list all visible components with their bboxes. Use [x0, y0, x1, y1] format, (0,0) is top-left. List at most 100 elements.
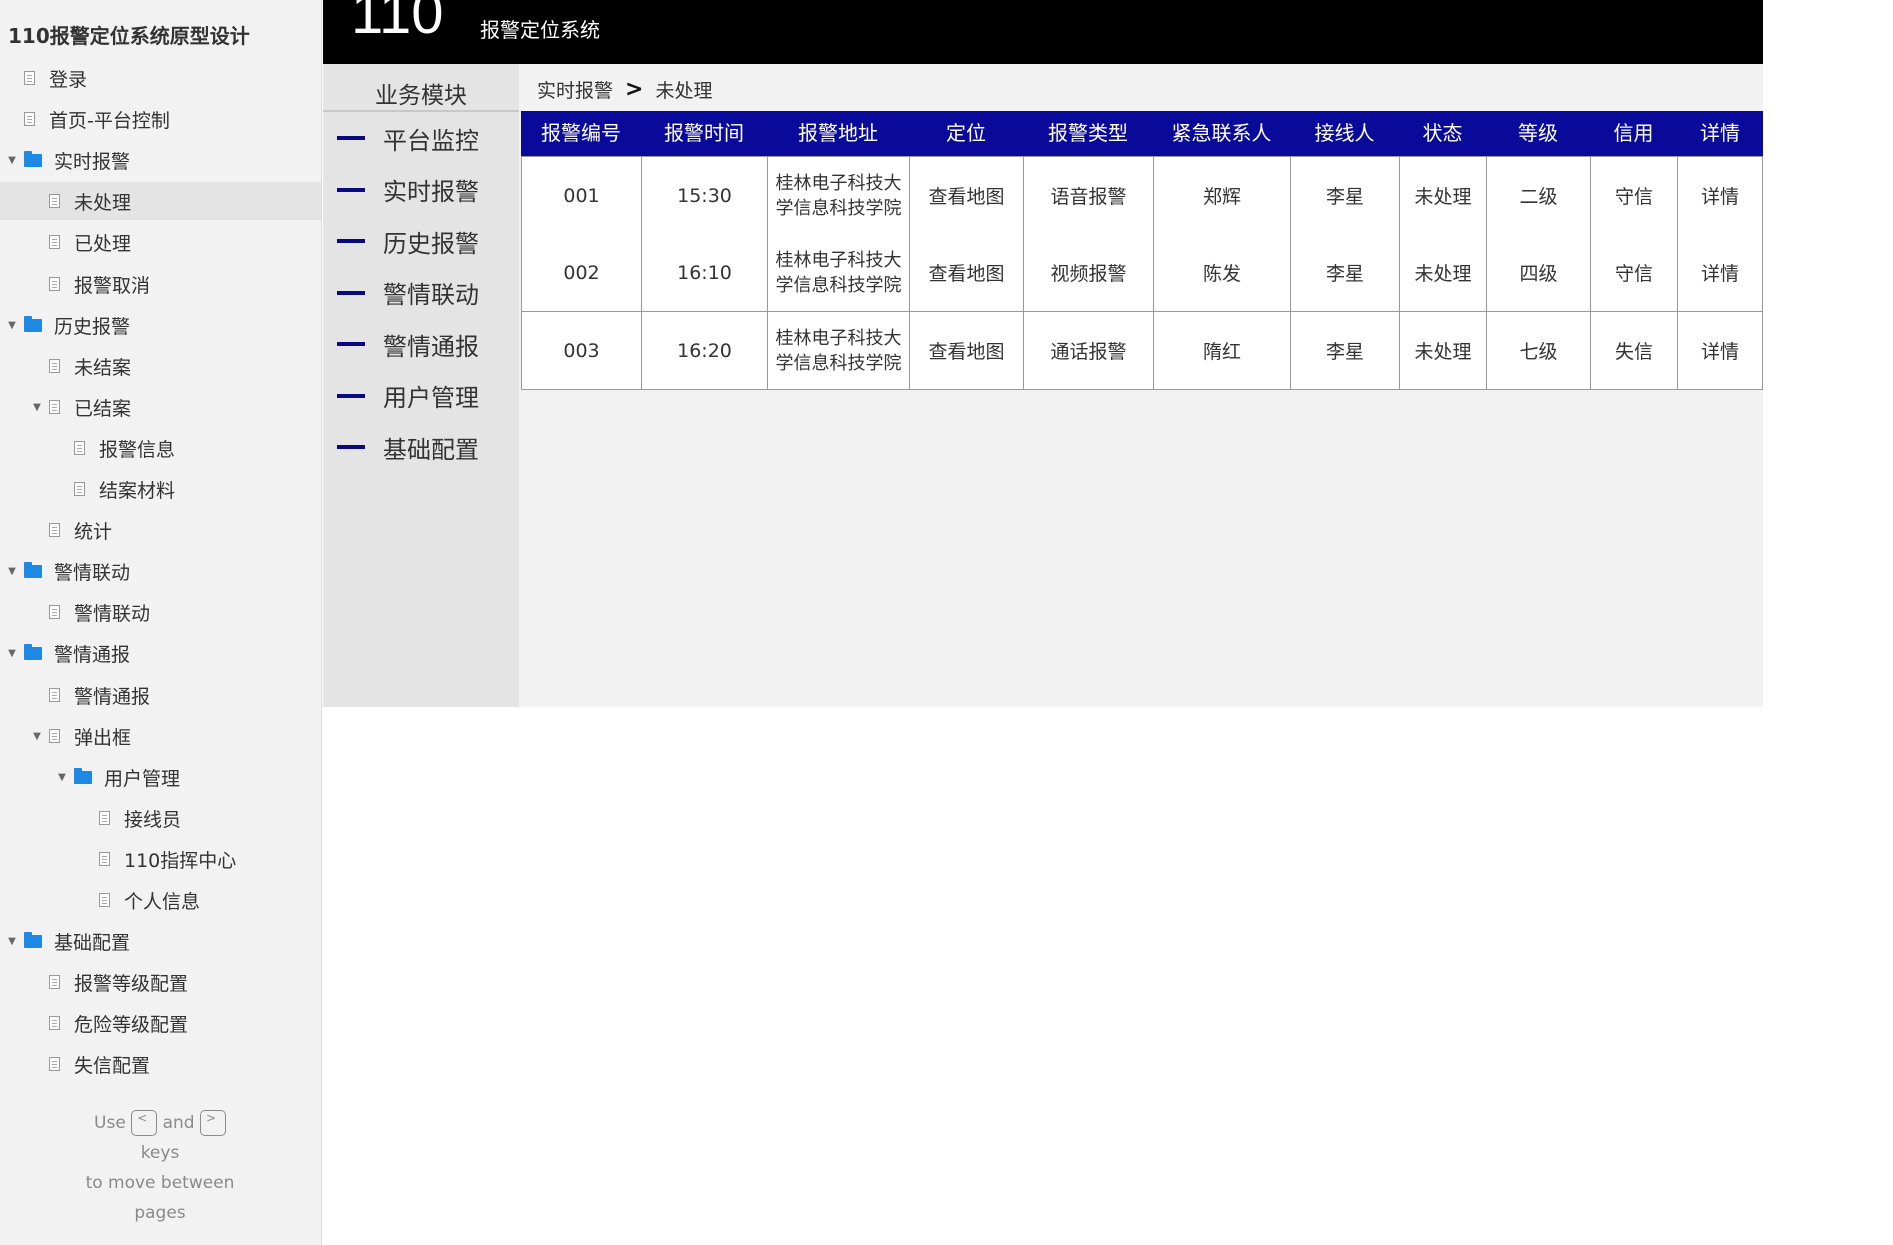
module-nav-item[interactable]: 警情通报	[337, 324, 479, 364]
sitemap-item-label: 报警信息	[99, 438, 176, 461]
module-nav-label: 基础配置	[383, 435, 479, 464]
module-nav-label: 警情联动	[383, 281, 479, 309]
sitemap-item[interactable]: ▼ 基础配置	[0, 922, 321, 960]
module-nav-item[interactable]: 历史报警	[337, 221, 479, 261]
sitemap-item[interactable]: ▼ 弹出框	[0, 717, 321, 755]
page-icon	[99, 852, 110, 866]
view-map-link[interactable]: 查看地图	[909, 312, 1023, 389]
sitemap-item[interactable]: 结案材料	[0, 470, 321, 508]
alarm-id-cell: 001	[521, 157, 641, 234]
column-header: 报警编号	[541, 121, 621, 145]
folder-icon	[24, 315, 42, 332]
contact-cell: 郑辉	[1153, 157, 1290, 234]
folder-icon	[24, 561, 42, 578]
sitemap-item[interactable]: 登录	[0, 59, 321, 97]
sitemap-item[interactable]: ▼ 警情联动	[0, 552, 321, 590]
alarm-address-cell: 桂林电子科技大学信息科技学院	[767, 312, 909, 389]
expand-arrow-icon[interactable]: ▼	[56, 772, 68, 783]
module-nav: 业务模块 平台监控 实时报警 历史报警 警情联动 警情通报 用户管理 基础配置	[323, 64, 519, 707]
detail-link[interactable]: 详情	[1677, 234, 1763, 311]
expand-arrow-icon[interactable]: ▼	[6, 566, 18, 577]
table-row: 002 16:10 桂林电子科技大学信息科技学院 查看地图 视频报警 陈发 李星 未处理 四级守…	[521, 234, 1763, 312]
expand-arrow-icon[interactable]: ▼	[6, 155, 18, 166]
page-icon	[49, 688, 60, 702]
dash-icon	[337, 187, 365, 192]
sitemap-item[interactable]: 110指挥中心	[0, 840, 321, 878]
sitemap-item[interactable]: 危险等级配置	[0, 1004, 321, 1042]
hint-and-text: and	[162, 1113, 195, 1133]
dash-icon	[337, 239, 365, 243]
expand-arrow-icon[interactable]: ▼	[31, 402, 43, 413]
module-nav-item[interactable]: 实时报警	[337, 170, 479, 210]
sitemap-item[interactable]: 首页-平台控制	[0, 100, 321, 138]
sitemap-item[interactable]: ▼ 历史报警	[0, 306, 321, 344]
sitemap-item[interactable]: 统计	[0, 511, 321, 549]
sitemap-item[interactable]: 未结案	[0, 347, 321, 385]
module-nav-item[interactable]: 用户管理	[337, 376, 479, 416]
alarm-type-cell: 通话报警	[1023, 312, 1153, 389]
column-header: 信用	[1613, 121, 1654, 145]
breadcrumb-current: 未处理	[655, 80, 713, 102]
breadcrumb: 实时报警 > 未处理	[537, 76, 712, 103]
sitemap-item-label: 弹出框	[74, 726, 132, 749]
hint-pages-text: pages	[134, 1203, 186, 1223]
sitemap-item[interactable]: 失信配置	[0, 1045, 321, 1083]
module-nav-item[interactable]: 警情联动	[337, 273, 479, 313]
contact-cell: 陈发	[1153, 234, 1290, 311]
sitemap-item[interactable]: 警情通报	[0, 676, 321, 714]
sitemap-item-label: 接线员	[124, 808, 182, 831]
sitemap-item[interactable]: 已处理	[0, 223, 321, 261]
sitemap-item-label: 报警等级配置	[74, 972, 189, 995]
sitemap-item[interactable]: ▼ 警情通报	[0, 634, 321, 672]
page-icon	[49, 1057, 60, 1071]
sitemap-item[interactable]: ▼ 实时报警	[0, 141, 321, 179]
dash-icon	[337, 393, 365, 398]
main-content: 实时报警 > 未处理 报警编号 报警时间 报警地址 定位 报警类型 紧急联系人 接线人 状态 等…	[519, 64, 1763, 707]
operator-cell: 李星	[1290, 312, 1399, 389]
page-icon	[49, 277, 60, 291]
page-icon	[74, 441, 85, 455]
expand-arrow-icon[interactable]: ▼	[6, 648, 18, 659]
sitemap-panel: 110报警定位系统原型设计 登录 首页-平台控制 ▼ 实时报警 未处理 已处理 报警取消 ▼ 历…	[0, 0, 322, 1245]
sitemap-item[interactable]: 报警等级配置	[0, 963, 321, 1001]
status-cell: 未处理	[1399, 234, 1486, 311]
sitemap-item[interactable]: ▼ 已结案	[0, 388, 321, 426]
module-nav-item[interactable]: 基础配置	[337, 427, 479, 467]
folder-icon	[24, 150, 42, 167]
expand-arrow-icon[interactable]: ▼	[31, 731, 43, 742]
alarm-address-cell: 桂林电子科技大学信息科技学院	[767, 157, 909, 234]
detail-link[interactable]: 详情	[1677, 157, 1763, 234]
sitemap-item-label: 未结案	[74, 356, 132, 379]
expand-arrow-icon[interactable]: ▼	[6, 936, 18, 947]
view-map-link[interactable]: 查看地图	[909, 157, 1023, 234]
sitemap-item[interactable]: ▼ 用户管理	[0, 758, 321, 796]
hint-move-text: to move between	[85, 1173, 235, 1193]
hint-keys-text: keys	[140, 1143, 180, 1163]
view-map-link[interactable]: 查看地图	[909, 234, 1023, 311]
expand-arrow-icon[interactable]: ▼	[6, 320, 18, 331]
column-header: 报警时间	[664, 121, 744, 145]
sitemap-item[interactable]: 接线员	[0, 799, 321, 837]
sitemap-item-label: 已处理	[74, 232, 132, 255]
page-icon	[24, 112, 35, 126]
sitemap-item[interactable]: 未处理	[0, 182, 321, 220]
sitemap-item-label: 登录	[49, 68, 88, 91]
page-icon	[49, 400, 60, 414]
dash-icon	[337, 136, 365, 140]
sitemap-item[interactable]: 报警信息	[0, 429, 321, 467]
alarm-time-cell: 16:20	[641, 312, 767, 389]
sitemap-item[interactable]: 警情联动	[0, 593, 321, 631]
detail-link[interactable]: 详情	[1677, 312, 1763, 389]
page-icon	[49, 194, 60, 208]
alarm-type-cell: 语音报警	[1023, 157, 1153, 234]
page-icon	[99, 893, 110, 907]
sitemap-item[interactable]: 报警取消	[0, 265, 321, 303]
module-nav-label: 历史报警	[383, 229, 479, 258]
table-row: 001 15:30 桂林电子科技大学信息科技学院 查看地图 语音报警 郑辉 李星 未处理 二级守…	[521, 156, 1763, 235]
module-nav-item[interactable]: 平台监控	[337, 118, 479, 158]
dash-icon	[337, 342, 365, 346]
column-header: 接线人	[1314, 121, 1375, 145]
sitemap-item[interactable]: 个人信息	[0, 881, 321, 919]
breadcrumb-parent[interactable]: 实时报警	[537, 76, 613, 103]
page-icon	[24, 71, 35, 85]
